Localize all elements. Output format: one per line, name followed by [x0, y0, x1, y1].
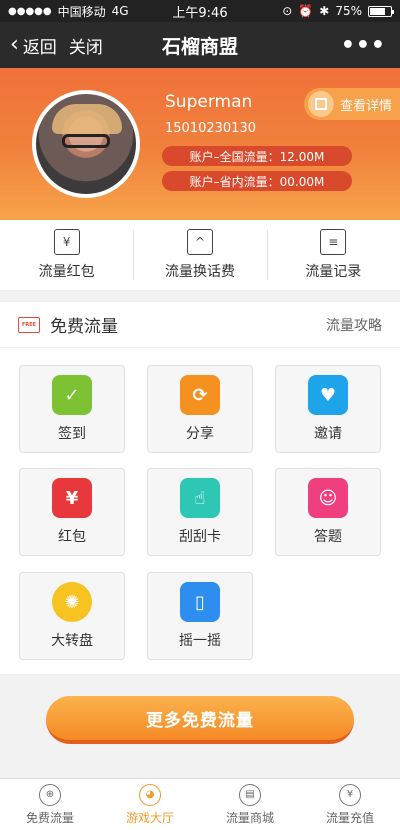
lock-rotation-icon: ⊙ — [282, 4, 293, 18]
lucky-wheel-icon: ✺ — [52, 582, 92, 622]
quick-action-records[interactable]: ≡ 流量记录 — [266, 220, 400, 290]
bottom-tab-bar: ⊕ 免费流量 ◕ 游戏大厅 ▤ 流量商城 ¥ 流量充值 — [0, 778, 400, 830]
tab-flow-mall[interactable]: ▤ 流量商城 — [200, 779, 300, 830]
section-title: 免费流量 — [50, 317, 118, 337]
carrier-name: 中国移动 — [57, 4, 106, 19]
view-details-button[interactable]: 查看详情 — [304, 88, 400, 120]
back-button[interactable]: ‹ 返回 — [0, 33, 57, 58]
share-icon: ⟳ — [180, 375, 220, 415]
task-shake[interactable]: ▯ 摇一摇 — [147, 572, 253, 660]
more-area: 更多免费流量 — [0, 674, 400, 778]
invite-heart-icon: ♥ — [308, 375, 348, 415]
tab-label: 流量充值 — [325, 810, 374, 825]
profile-header: Superman 15010230130 账户–全国流量：12.00M 账户–省… — [0, 68, 400, 220]
chevron-left-icon: ‹ — [10, 32, 19, 57]
national-flow-balance: 账户–全国流量：12.00M — [162, 146, 352, 166]
task-label: 分享 — [186, 426, 214, 442]
avatar[interactable] — [32, 90, 140, 198]
quiz-chat-icon: ☺ — [308, 478, 348, 518]
close-button[interactable]: 关闭 — [69, 33, 103, 58]
task-quiz[interactable]: ☺ 答题 — [275, 468, 381, 556]
status-time: 上午9:46 — [172, 5, 228, 21]
quick-action-label: 流量换话费 — [164, 264, 235, 280]
battery-icon — [368, 5, 394, 17]
recharge-icon: ¥ — [339, 783, 361, 806]
details-icon — [308, 91, 334, 117]
task-scratch-card[interactable]: ☝ 刮刮卡 — [147, 468, 253, 556]
free-flow-icon: ⊕ — [39, 783, 61, 806]
network-type: 4G — [111, 4, 129, 18]
phone-card-icon: ^ — [186, 229, 213, 255]
task-label: 刮刮卡 — [179, 529, 221, 545]
task-grid: ✓ 签到 ⟳ 分享 ♥ 邀请 ¥ 红包 ☝ 刮刮卡 ☺ 答题 ✺ 大转盘 ▯ 摇… — [0, 348, 400, 674]
quick-action-label: 流量记录 — [305, 264, 362, 280]
task-label: 大转盘 — [51, 633, 93, 649]
shake-phone-icon: ▯ — [180, 582, 220, 622]
task-label: 摇一摇 — [179, 633, 221, 649]
navigation-bar: ‹ 返回 关闭 石榴商盟 ••• — [0, 22, 400, 68]
battery-percent: 75% — [335, 4, 362, 18]
view-details-label: 查看详情 — [340, 98, 393, 114]
back-label: 返回 — [22, 37, 57, 58]
more-menu-button[interactable]: ••• — [341, 33, 386, 58]
signal-strength-icon: ●●●●● — [8, 5, 52, 17]
quick-action-red-packet[interactable]: ¥ 流量红包 — [0, 220, 133, 290]
task-red-packet[interactable]: ¥ 红包 — [19, 468, 125, 556]
task-label: 红包 — [58, 529, 86, 545]
alarm-icon: ⏰ — [298, 4, 314, 18]
quick-action-label: 流量红包 — [38, 264, 95, 280]
task-lucky-wheel[interactable]: ✺ 大转盘 — [19, 572, 125, 660]
free-tag-icon: FREE — [18, 316, 40, 333]
game-icon: ◕ — [139, 783, 161, 806]
tab-label: 游戏大厅 — [125, 810, 174, 825]
free-flow-section-header: FREE 免费流量 流量攻略 — [0, 302, 400, 348]
notebook-icon: ≡ — [320, 229, 347, 255]
task-label: 邀请 — [314, 426, 342, 442]
task-label: 答题 — [314, 529, 342, 545]
tab-flow-recharge[interactable]: ¥ 流量充值 — [300, 779, 400, 830]
task-label: 签到 — [58, 426, 86, 442]
flow-guide-link[interactable]: 流量攻略 — [326, 315, 382, 335]
envelope-yuan-icon: ¥ — [53, 229, 80, 255]
province-flow-balance: 账户–省内流量：00.00M — [162, 171, 352, 191]
bluetooth-icon: ✱ — [319, 4, 330, 18]
quick-actions: ¥ 流量红包 ^ 流量换话费 ≡ 流量记录 — [0, 220, 400, 290]
task-sign-in[interactable]: ✓ 签到 — [19, 365, 125, 453]
tab-free-flow[interactable]: ⊕ 免费流量 — [0, 779, 100, 830]
status-bar: ●●●●● 中国移动 4G 上午9:46 ⊙ ⏰ ✱ 75% — [0, 0, 400, 22]
mall-icon: ▤ — [239, 783, 261, 806]
scratch-card-icon: ☝ — [180, 478, 220, 518]
tab-label: 流量商城 — [225, 810, 274, 825]
task-share[interactable]: ⟳ 分享 — [147, 365, 253, 453]
phone-number: 15010230130 — [165, 121, 256, 136]
calendar-check-icon: ✓ — [52, 375, 92, 415]
more-free-flow-button[interactable]: 更多免费流量 — [46, 696, 354, 744]
red-packet-icon: ¥ — [52, 478, 92, 518]
quick-action-exchange[interactable]: ^ 流量换话费 — [133, 220, 266, 290]
tab-game-hall[interactable]: ◕ 游戏大厅 — [100, 779, 200, 830]
task-invite[interactable]: ♥ 邀请 — [275, 365, 381, 453]
username: Superman — [165, 92, 253, 112]
tab-label: 免费流量 — [25, 810, 74, 825]
